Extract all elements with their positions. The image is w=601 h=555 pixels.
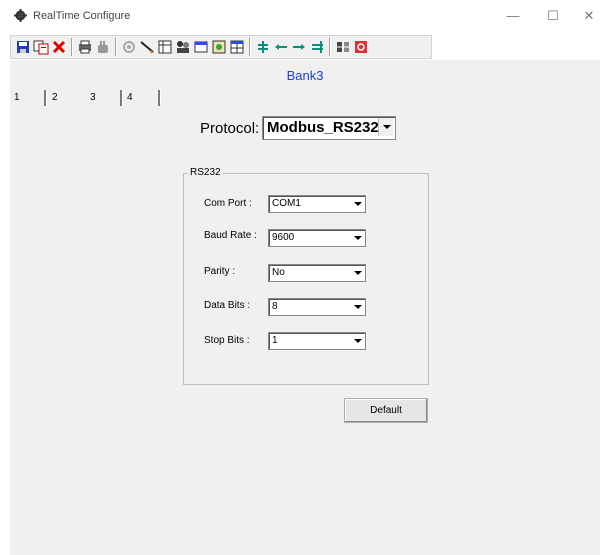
rs232-group-title: RS232 (188, 167, 223, 178)
com-port-value: COM1 (272, 198, 301, 209)
gear-app-icon (14, 9, 27, 22)
map-icon[interactable] (211, 39, 227, 55)
com-port-dropdown-button[interactable] (352, 197, 364, 210)
parity-select[interactable]: No (268, 264, 366, 282)
align-center-icon[interactable] (255, 39, 271, 55)
baud-rate-dropdown-button[interactable] (352, 231, 364, 244)
close-button[interactable]: ✕ (579, 6, 599, 26)
title-bar: RealTime Configure — ☐ ✕ (0, 0, 601, 32)
stop-bits-label: Stop Bits : (204, 335, 250, 346)
parity-label: Parity : (204, 266, 236, 277)
tab-1[interactable]: 1 (14, 90, 20, 106)
chevron-down-icon (354, 305, 362, 309)
grid-icon[interactable] (229, 39, 245, 55)
delete-icon[interactable] (51, 39, 67, 55)
pen-icon[interactable] (139, 39, 155, 55)
tools-icon[interactable] (335, 39, 351, 55)
tab-4[interactable]: 4 (127, 90, 133, 106)
tab-3[interactable]: 3 (90, 90, 96, 106)
baud-rate-value: 9600 (272, 232, 295, 243)
people-icon[interactable] (175, 39, 191, 55)
com-port-label: Com Port : (204, 198, 252, 209)
arrow-left-icon[interactable] (273, 39, 289, 55)
parity-dropdown-button[interactable] (352, 266, 364, 279)
baud-rate-select[interactable]: 9600 (268, 229, 366, 247)
chevron-down-icon (354, 202, 362, 206)
data-bits-dropdown-button[interactable] (352, 300, 364, 313)
chevron-down-icon (354, 339, 362, 343)
chevron-down-icon (354, 236, 362, 240)
window-icon[interactable] (193, 39, 209, 55)
toolbar-separator (249, 38, 251, 56)
chevron-down-icon (383, 125, 391, 129)
bank-tabs: 1 2 3 4 (10, 90, 170, 106)
maximize-button[interactable]: ☐ (543, 6, 563, 26)
minimize-button[interactable]: — (503, 6, 523, 26)
save-icon[interactable] (15, 39, 31, 55)
toolbar (10, 35, 432, 59)
toolbar-separator (71, 38, 73, 56)
parity-value: No (272, 267, 285, 278)
toolbar-separator (115, 38, 117, 56)
tab-2[interactable]: 2 (52, 90, 58, 106)
com-port-select[interactable]: COM1 (268, 195, 366, 213)
align-right-icon[interactable] (309, 39, 325, 55)
toolbar-separator (329, 38, 331, 56)
data-bits-value: 8 (272, 301, 278, 312)
arrow-right-icon[interactable] (291, 39, 307, 55)
puzzle-icon[interactable] (121, 39, 137, 55)
copy-icon[interactable] (33, 39, 49, 55)
default-button[interactable]: Default (344, 398, 428, 423)
chevron-down-icon (354, 271, 362, 275)
protocol-label: Protocol: (200, 120, 260, 137)
stop-icon[interactable] (353, 39, 369, 55)
main-panel: Bank3 1 2 3 4 Protocol: Modbus_RS232 RS2… (10, 60, 600, 555)
bank-title: Bank3 (286, 68, 324, 83)
hand-icon[interactable] (95, 39, 111, 55)
data-bits-select[interactable]: 8 (268, 298, 366, 316)
tab-separator (44, 90, 47, 106)
print-icon[interactable] (77, 39, 93, 55)
protocol-select[interactable]: Modbus_RS232 (262, 116, 396, 140)
rs232-groupbox: RS232 Com Port : COM1 Baud Rate : 9600 P… (183, 167, 429, 385)
tab-separator (158, 90, 161, 106)
baud-rate-label: Baud Rate : (204, 230, 257, 241)
data-bits-label: Data Bits : (204, 300, 251, 311)
protocol-dropdown-button[interactable] (378, 118, 394, 136)
stop-bits-value: 1 (272, 335, 278, 346)
tab-separator (120, 90, 123, 106)
stop-bits-dropdown-button[interactable] (352, 334, 364, 347)
stop-bits-select[interactable]: 1 (268, 332, 366, 350)
table-icon[interactable] (157, 39, 173, 55)
window-title: RealTime Configure (33, 10, 131, 22)
protocol-value: Modbus_RS232 (267, 119, 379, 136)
